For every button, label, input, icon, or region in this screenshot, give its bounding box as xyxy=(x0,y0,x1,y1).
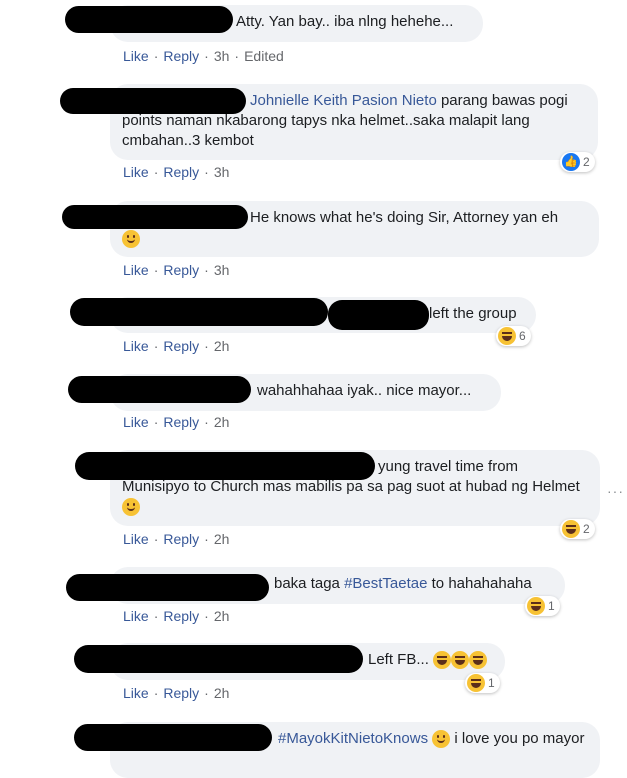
reaction-summary[interactable]: 1 xyxy=(465,673,500,693)
like-link[interactable]: Like xyxy=(123,531,149,547)
redacted-name xyxy=(75,452,375,480)
reaction-count: 2 xyxy=(583,522,590,536)
timestamp[interactable]: 2h xyxy=(214,685,230,701)
reply-link[interactable]: Reply xyxy=(163,414,199,430)
reply-link[interactable]: Reply xyxy=(163,262,199,278)
reply-link[interactable]: Reply xyxy=(163,608,199,624)
smile-icon xyxy=(432,730,451,749)
like-link[interactable]: Like xyxy=(123,608,149,624)
reaction-summary[interactable]: 👍 2 xyxy=(560,152,595,172)
haha-icon xyxy=(498,327,516,345)
reaction-count: 6 xyxy=(519,329,526,343)
smile-icon xyxy=(122,498,140,517)
timestamp[interactable]: 3h xyxy=(214,164,230,180)
redacted-name xyxy=(74,645,363,673)
reaction-count: 1 xyxy=(548,599,555,613)
comment-text: to hahahahaha xyxy=(427,575,532,592)
reply-link[interactable]: Reply xyxy=(163,164,199,180)
redacted-name xyxy=(60,88,246,114)
like-icon: 👍 xyxy=(562,153,580,171)
redacted-name xyxy=(70,298,328,326)
like-link[interactable]: Like xyxy=(123,164,149,180)
like-link[interactable]: Like xyxy=(123,338,149,354)
like-link[interactable]: Like xyxy=(123,48,149,64)
like-link[interactable]: Like xyxy=(123,414,149,430)
edited-label: Edited xyxy=(244,48,284,64)
haha-icon xyxy=(527,597,545,615)
redacted-name xyxy=(328,300,429,330)
redacted-name xyxy=(68,376,251,403)
reaction-summary[interactable]: 2 xyxy=(560,519,595,539)
reaction-summary[interactable]: 6 xyxy=(496,326,531,346)
reply-link[interactable]: Reply xyxy=(163,531,199,547)
smile-icon xyxy=(122,230,140,249)
hashtag-link[interactable]: #BestTaetae xyxy=(344,575,427,592)
reaction-count: 1 xyxy=(488,676,495,690)
haha-icon xyxy=(451,651,470,670)
haha-icon xyxy=(433,651,452,670)
redacted-name xyxy=(62,205,248,229)
timestamp[interactable]: 2h xyxy=(214,414,230,430)
comment-text: i love you po mayor xyxy=(450,730,585,747)
timestamp[interactable]: 2h xyxy=(214,608,230,624)
like-link[interactable]: Like xyxy=(123,262,149,278)
reaction-count: 2 xyxy=(583,155,590,169)
reply-link[interactable]: Reply xyxy=(163,685,199,701)
like-link[interactable]: Like xyxy=(123,685,149,701)
redacted-name xyxy=(65,6,233,33)
timestamp[interactable]: 3h xyxy=(214,262,230,278)
haha-icon xyxy=(469,651,488,670)
haha-icon xyxy=(562,520,580,538)
reply-link[interactable]: Reply xyxy=(163,338,199,354)
redacted-name xyxy=(66,574,269,601)
haha-icon xyxy=(467,674,485,692)
timestamp[interactable]: 2h xyxy=(214,338,230,354)
more-options-icon[interactable]: ··· xyxy=(607,483,624,499)
timestamp[interactable]: 3h xyxy=(214,48,230,64)
redacted-name xyxy=(74,724,272,751)
reply-link[interactable]: Reply xyxy=(163,48,199,64)
timestamp[interactable]: 2h xyxy=(214,531,230,547)
reaction-summary[interactable]: 1 xyxy=(525,596,560,616)
